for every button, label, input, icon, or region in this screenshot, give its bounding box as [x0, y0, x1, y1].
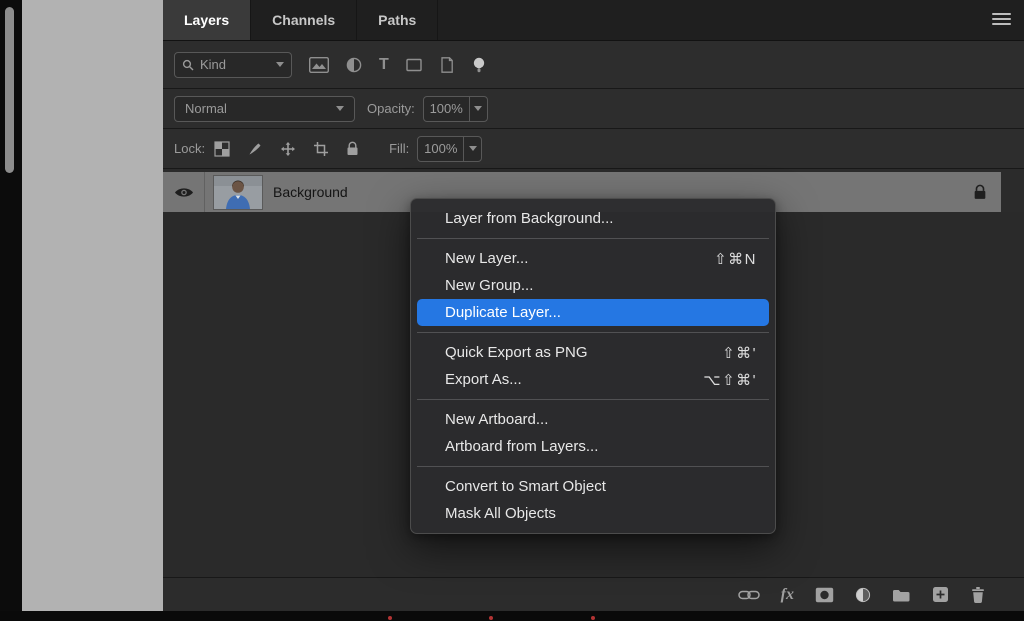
shape-layers-filter-icon[interactable] — [406, 57, 422, 73]
shortcut-export-as: ⌥⇧⌘' — [703, 371, 757, 389]
lock-artboard-icon[interactable] — [313, 141, 329, 157]
layer-visibility-toggle[interactable] — [163, 172, 205, 212]
adjustment-layers-filter-icon[interactable] — [346, 57, 362, 73]
menu-item-quick-export-png[interactable]: Quick Export as PNG ⇧⌘' — [417, 339, 769, 366]
blend-row: Normal Opacity: 100% — [163, 89, 1024, 129]
menu-item-new-artboard[interactable]: New Artboard... — [417, 406, 769, 433]
filter-kind-value: Kind — [200, 57, 226, 72]
menu-item-duplicate-layer[interactable]: Duplicate Layer... — [417, 299, 769, 326]
left-edge-strip — [0, 0, 22, 621]
menu-item-new-layer[interactable]: New Layer... ⇧⌘N — [417, 245, 769, 272]
layer-locked-badge — [973, 184, 987, 200]
tab-channels[interactable]: Channels — [251, 0, 357, 40]
tab-layers[interactable]: Layers — [163, 0, 251, 40]
lock-transparent-pixels-icon[interactable] — [214, 141, 230, 157]
link-layers-icon[interactable] — [738, 589, 760, 601]
menu-item-artboard-from-layers[interactable]: Artboard from Layers... — [417, 433, 769, 460]
panel-bottom-toolbar: fx — [163, 577, 1024, 611]
menu-item-layer-from-background[interactable]: Layer from Background... — [417, 205, 769, 232]
new-layer-icon[interactable] — [932, 586, 949, 603]
dock-indicator-dot — [489, 616, 493, 620]
fill-value: 100% — [418, 141, 463, 156]
layer-context-menu: Layer from Background... New Layer... ⇧⌘… — [410, 198, 776, 534]
layer-thumbnail[interactable] — [213, 175, 263, 210]
bottom-edge-strip — [0, 611, 1024, 621]
opacity-label: Opacity: — [367, 101, 415, 116]
layer-name[interactable]: Background — [273, 184, 348, 200]
chevron-down-icon — [276, 62, 284, 67]
menu-item-convert-to-smart-object[interactable]: Convert to Smart Object — [417, 473, 769, 500]
menu-separator — [417, 399, 769, 400]
new-group-icon[interactable] — [892, 588, 911, 602]
chevron-down-icon — [336, 106, 344, 111]
lock-icon-group — [214, 141, 359, 157]
new-adjustment-layer-icon[interactable] — [855, 587, 871, 603]
filter-toggle[interactable] — [472, 57, 486, 73]
opacity-value: 100% — [424, 101, 469, 116]
canvas-area — [22, 0, 164, 611]
menu-item-export-as[interactable]: Export As... ⌥⇧⌘' — [417, 366, 769, 393]
eye-icon — [174, 186, 194, 199]
tab-paths[interactable]: Paths — [357, 0, 438, 40]
type-layers-filter-icon[interactable]: T — [379, 57, 389, 73]
menu-separator — [417, 238, 769, 239]
menu-item-new-group[interactable]: New Group... — [417, 272, 769, 299]
lock-image-pixels-icon[interactable] — [247, 141, 263, 157]
chevron-down-icon — [463, 137, 481, 161]
filter-row: Kind T — [163, 41, 1024, 89]
delete-layer-icon[interactable] — [970, 586, 986, 603]
filter-kind-select[interactable]: Kind — [174, 52, 292, 78]
filter-icon-group: T — [309, 57, 486, 73]
fill-select[interactable]: 100% — [417, 136, 482, 162]
menu-item-mask-all-objects[interactable]: Mask All Objects — [417, 500, 769, 527]
opacity-select[interactable]: 100% — [423, 96, 488, 122]
dock-indicator-dot — [388, 616, 392, 620]
menu-separator — [417, 466, 769, 467]
smart-objects-filter-icon[interactable] — [439, 57, 455, 73]
panel-tab-bar: Layers Channels Paths — [163, 0, 1024, 41]
panel-menu-icon[interactable] — [992, 13, 1011, 28]
lock-row: Lock: Fill: 100% — [163, 129, 1024, 169]
chevron-down-icon — [469, 97, 487, 121]
shortcut-quick-export: ⇧⌘' — [722, 344, 757, 362]
menu-separator — [417, 332, 769, 333]
shortcut-new-layer: ⇧⌘N — [714, 250, 757, 268]
layer-style-icon[interactable]: fx — [781, 586, 794, 604]
add-layer-mask-icon[interactable] — [815, 587, 834, 603]
search-icon — [182, 59, 194, 71]
fill-label: Fill: — [389, 141, 409, 156]
blend-mode-select[interactable]: Normal — [174, 96, 355, 122]
blend-mode-value: Normal — [185, 101, 227, 116]
lock-icon — [973, 184, 987, 200]
pixel-layers-filter-icon[interactable] — [309, 57, 329, 73]
lock-all-icon[interactable] — [346, 141, 359, 156]
lock-position-icon[interactable] — [280, 141, 296, 157]
photoshop-layers-panel-screenshot: Layers Channels Paths Kind T — [0, 0, 1024, 621]
dock-indicator-dot — [591, 616, 595, 620]
lock-label: Lock: — [174, 141, 205, 156]
scrollbar-thumb[interactable] — [5, 7, 14, 173]
